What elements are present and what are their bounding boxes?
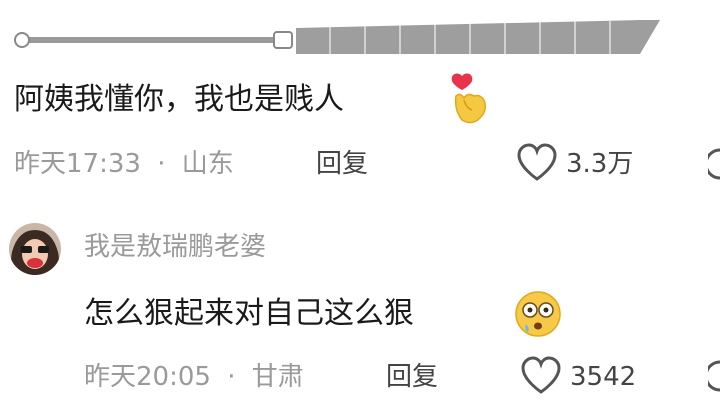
comment-body: 阿姨我懂你，我也是贱人	[14, 82, 344, 117]
heart-icon[interactable]	[520, 356, 562, 396]
meta-separator: ·	[157, 149, 166, 179]
more-icon-partial[interactable]	[708, 146, 720, 182]
more-icon-partial[interactable]	[708, 358, 720, 394]
meta-separator: ·	[227, 362, 236, 392]
comment-location: 山东	[181, 149, 234, 179]
flushed-face-emoji-icon	[515, 291, 561, 337]
comment-meta: 昨天17:33 · 山东	[14, 147, 234, 181]
comment-body: 怎么狠起来对自己这么狠	[84, 296, 414, 331]
like-count: 3.3万	[566, 149, 634, 179]
avatar[interactable]	[8, 222, 62, 276]
comment-text: 阿姨我懂你，我也是贱人	[14, 80, 344, 120]
comment-username[interactable]: 我是敖瑞鹏老婆	[84, 230, 266, 264]
header-decoration	[14, 20, 660, 54]
comment-time: 昨天20:05	[84, 362, 211, 392]
finger-heart-emoji-icon	[451, 73, 487, 124]
reply-button[interactable]: 回复	[386, 360, 438, 394]
comment-time: 昨天17:33	[14, 149, 141, 179]
reply-button[interactable]: 回复	[316, 147, 368, 181]
comment-text: 怎么狠起来对自己这么狠	[84, 294, 414, 334]
comment-location: 甘肃	[251, 362, 304, 392]
comment-meta: 昨天20:05 · 甘肃	[84, 360, 304, 394]
heart-icon[interactable]	[516, 143, 558, 183]
like-count: 3542	[570, 362, 637, 392]
